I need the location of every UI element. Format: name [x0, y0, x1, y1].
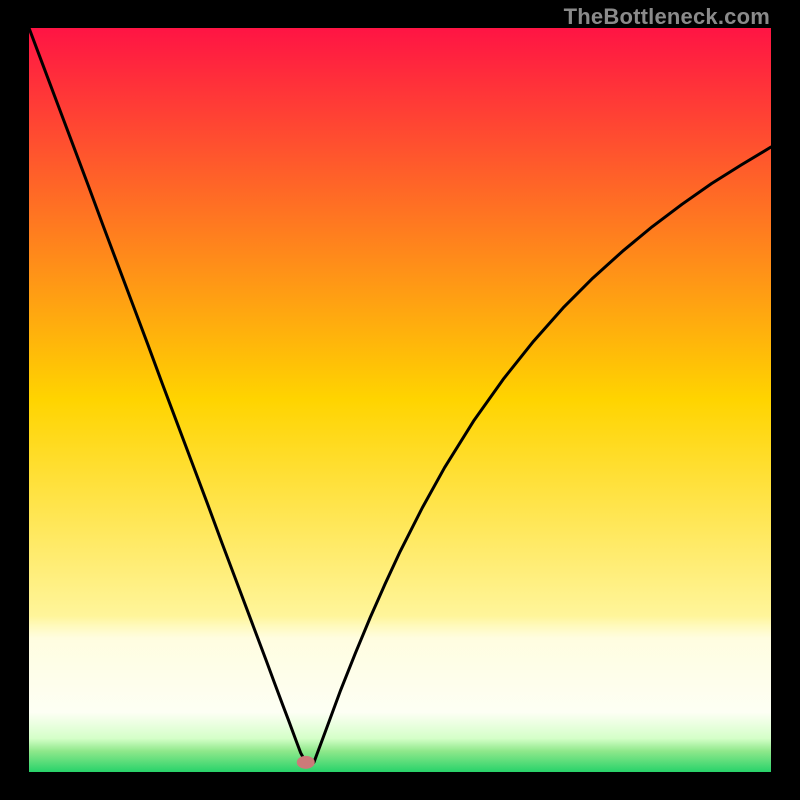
optimum-marker: [297, 756, 315, 769]
watermark-text: TheBottleneck.com: [564, 4, 770, 30]
gradient-background: [29, 28, 771, 772]
plot-area: [29, 28, 771, 772]
chart-frame: TheBottleneck.com: [0, 0, 800, 800]
chart-svg: [29, 28, 771, 772]
